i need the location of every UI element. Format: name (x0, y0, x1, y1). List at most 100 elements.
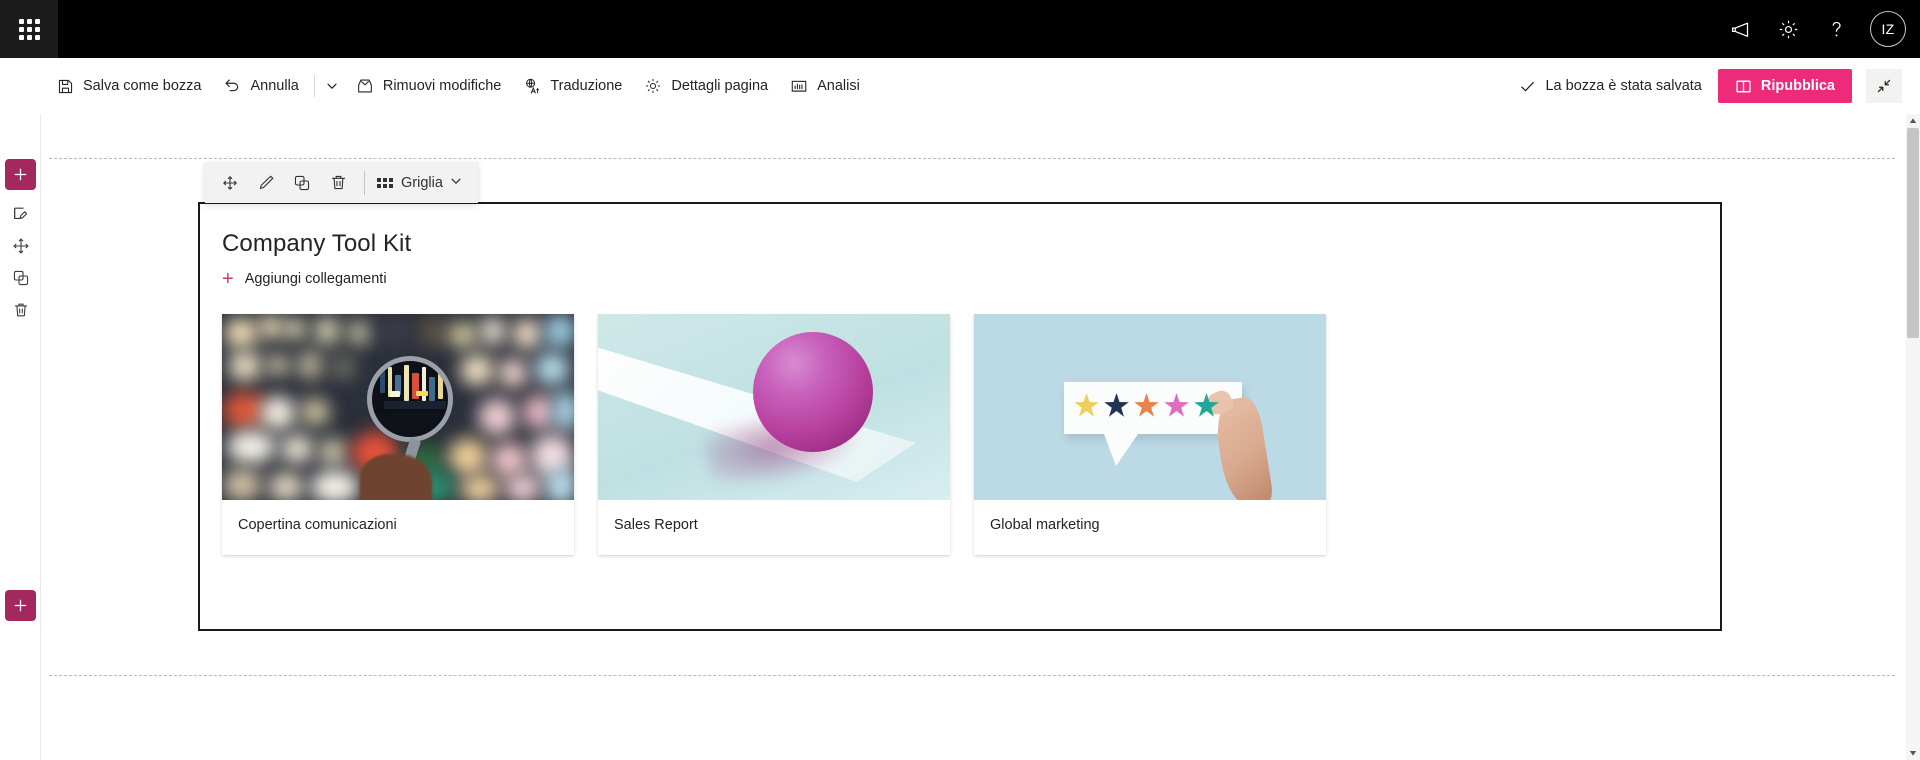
waffle-app-launcher[interactable] (0, 0, 58, 58)
analytics-button[interactable]: Analisi (779, 66, 871, 106)
command-divider (314, 75, 315, 97)
list-item[interactable]: Copertina comunicazioni (222, 314, 574, 555)
magnified-city-detail (416, 391, 428, 396)
bokeh-light (260, 396, 296, 430)
undo-chevron-down-icon[interactable] (319, 66, 345, 106)
avatar[interactable]: IZ (1870, 11, 1906, 47)
page-details-label: Dettagli pagina (671, 78, 768, 94)
add-links-button[interactable]: + Aggiungi collegamenti (222, 269, 387, 289)
bokeh-light (222, 468, 262, 500)
magnified-city-detail (438, 369, 443, 399)
list-item[interactable]: Sales Report (598, 314, 950, 555)
save-icon (57, 78, 74, 95)
scroll-down-arrow-icon[interactable] (1906, 746, 1920, 760)
bokeh-light (480, 316, 506, 346)
bokeh-light (544, 466, 574, 500)
bokeh-light (512, 318, 542, 350)
publish-panel-icon (1735, 78, 1752, 95)
page-canvas: Griglia Company Tool Kit + Aggiungi coll… (41, 114, 1909, 760)
edit-webpart-icon[interactable] (248, 166, 284, 199)
page-details-gear-icon (644, 77, 662, 95)
republish-label: Ripubblica (1761, 78, 1835, 94)
bokeh-light (448, 438, 488, 476)
republish-button[interactable]: Ripubblica (1718, 69, 1852, 103)
page-command-bar: Salva come bozza Annulla Rimuovi modific… (0, 58, 1920, 114)
page-details-button[interactable]: Dettagli pagina (633, 66, 779, 106)
draft-saved-status: La bozza è stata salvata (1519, 78, 1701, 95)
section-left-rail (0, 114, 41, 760)
suite-bar-actions: IZ (1716, 0, 1920, 58)
speech-bubble-tail (1104, 434, 1138, 466)
analytics-label: Analisi (817, 78, 860, 94)
magnified-city-detail (404, 365, 409, 401)
translation-button[interactable]: Traduzione (512, 66, 633, 106)
gear-icon[interactable] (1764, 0, 1812, 58)
edit-section-icon[interactable] (5, 198, 36, 229)
magnifying-glass-over-city-bokeh-photo (222, 314, 574, 500)
bokeh-light (418, 316, 448, 348)
save-as-draft-label: Salva come bozza (83, 78, 201, 94)
discard-changes-button[interactable]: Rimuovi modifiche (345, 66, 512, 106)
plus-icon: + (222, 269, 234, 289)
toolbar-divider (364, 171, 365, 195)
megaphone-icon[interactable] (1716, 0, 1764, 58)
bokeh-light (268, 472, 304, 500)
move-webpart-icon[interactable] (212, 166, 248, 199)
undo-icon (223, 77, 241, 95)
list-item[interactable]: Global marketing (974, 314, 1326, 555)
stars-scene (974, 314, 1326, 500)
checkmark-icon (1519, 78, 1536, 95)
bokeh-light (448, 322, 478, 348)
duplicate-section-icon[interactable] (5, 262, 36, 293)
magnified-city-detail (429, 377, 435, 401)
bokeh-light (380, 314, 410, 348)
bokeh-light (226, 430, 276, 464)
draft-saved-label: La bozza è stata salvata (1545, 78, 1701, 94)
magnified-city-detail (390, 391, 400, 397)
magnified-city-detail (378, 413, 448, 439)
bokeh-light (318, 438, 348, 466)
bokeh-light (522, 394, 556, 430)
duplicate-webpart-icon[interactable] (284, 166, 320, 199)
section-bottom-boundary (49, 675, 1895, 676)
bokeh-light (266, 354, 290, 376)
quick-links-webpart[interactable]: Company Tool Kit + Aggiungi collegamenti… (198, 202, 1722, 631)
command-bar-right-group: La bozza è stata salvata Ripubblica (1519, 69, 1920, 103)
save-as-draft-button[interactable]: Salva come bozza (46, 66, 212, 106)
bokeh-light (478, 398, 516, 436)
suite-header-bar: IZ (0, 0, 1920, 58)
bokeh-light (280, 434, 314, 464)
webpart-title: Company Tool Kit (222, 230, 1698, 258)
bokeh-lights-background (222, 314, 574, 500)
webpart-floating-toolbar: Griglia (205, 162, 478, 203)
undo-button[interactable]: Annulla (212, 66, 309, 106)
bokeh-light (346, 320, 372, 346)
scrollbar-thumb[interactable] (1907, 128, 1919, 338)
bokeh-light (330, 354, 356, 380)
webpart-layout-selector[interactable]: Griglia (373, 166, 468, 199)
list-item-label: Sales Report (598, 500, 950, 555)
bokeh-light (498, 358, 528, 388)
undo-label: Annulla (250, 78, 298, 94)
bokeh-light (314, 316, 340, 346)
add-section-button-top[interactable] (5, 159, 36, 190)
delete-section-icon[interactable] (5, 294, 36, 325)
discard-icon (356, 77, 374, 95)
translation-label: Traduzione (550, 78, 622, 94)
chevron-down-icon (450, 175, 462, 191)
delete-webpart-icon[interactable] (320, 166, 356, 199)
analytics-chart-icon (790, 77, 808, 95)
move-section-icon[interactable] (5, 230, 36, 261)
bokeh-light (296, 350, 324, 380)
bokeh-light (460, 354, 494, 386)
magenta-sphere (753, 332, 873, 452)
collapse-arrows-icon[interactable] (1866, 69, 1902, 103)
bokeh-light (224, 318, 258, 348)
scrollbar[interactable] (1906, 114, 1920, 760)
help-icon[interactable] (1812, 0, 1860, 58)
bokeh-light (310, 470, 360, 500)
magnified-city-detail (380, 371, 385, 393)
hand-holding-magnifier (360, 454, 432, 500)
add-section-button-bottom[interactable] (5, 590, 36, 621)
scroll-up-arrow-icon[interactable] (1906, 114, 1920, 128)
